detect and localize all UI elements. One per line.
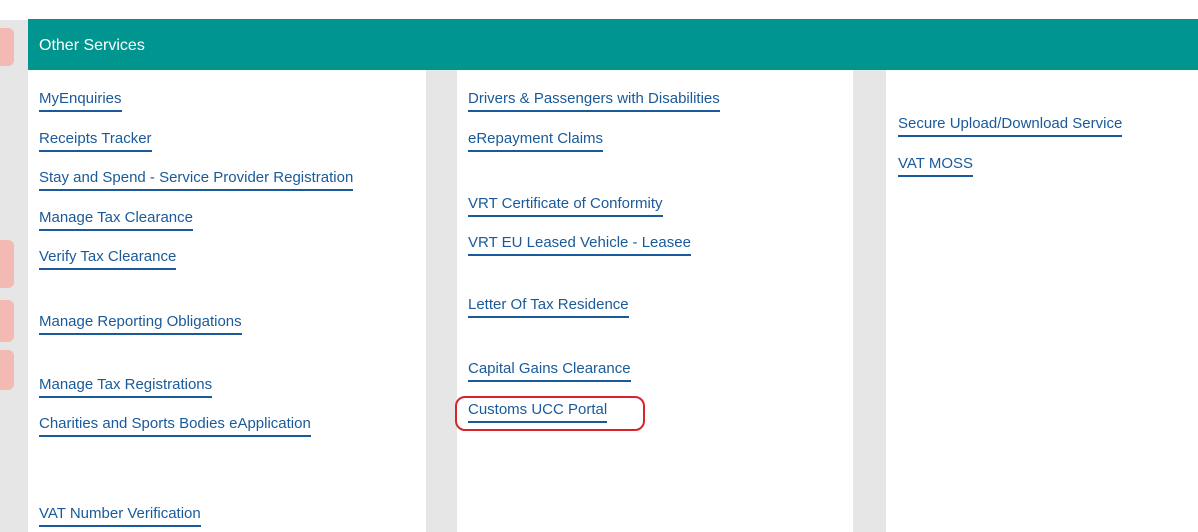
link-receipts-tracker[interactable]: Receipts Tracker xyxy=(39,130,152,152)
link-drivers-passengers-disabilities[interactable]: Drivers & Passengers with Disabilities xyxy=(468,90,720,112)
link-letter-of-tax-residence[interactable]: Letter Of Tax Residence xyxy=(468,296,629,318)
link-stay-and-spend[interactable]: Stay and Spend - Service Provider Regist… xyxy=(39,169,354,191)
link-vat-moss[interactable]: VAT MOSS xyxy=(898,155,974,177)
link-vrt-eu-leased-vehicle[interactable]: VRT EU Leased Vehicle - Leasee xyxy=(468,234,691,256)
side-decoration xyxy=(0,300,14,342)
services-column-2: Drivers & Passengers with Disabilities e… xyxy=(457,70,853,532)
link-capital-gains-clearance[interactable]: Capital Gains Clearance xyxy=(468,360,631,382)
link-manage-tax-clearance[interactable]: Manage Tax Clearance xyxy=(39,209,193,231)
side-decoration xyxy=(0,350,14,390)
side-decoration xyxy=(0,240,14,288)
services-column-3: Secure Upload/Download Service VAT MOSS xyxy=(886,70,1198,532)
link-erepayment-claims[interactable]: eRepayment Claims xyxy=(468,130,604,152)
link-secure-upload-download[interactable]: Secure Upload/Download Service xyxy=(898,115,1123,137)
services-column-1: MyEnquiries Receipts Tracker Stay and Sp… xyxy=(28,70,426,532)
panel-header: Other Services xyxy=(28,19,1198,70)
link-customs-ucc-portal[interactable]: Customs UCC Portal xyxy=(468,401,608,423)
other-services-panel: Other Services MyEnquiries Receipts Trac… xyxy=(28,19,1198,532)
page-canvas: Other Services MyEnquiries Receipts Trac… xyxy=(0,0,1198,532)
link-manage-reporting-obligations[interactable]: Manage Reporting Obligations xyxy=(39,313,242,335)
link-verify-tax-clearance[interactable]: Verify Tax Clearance xyxy=(39,248,177,270)
link-vrt-certificate-conformity[interactable]: VRT Certificate of Conformity xyxy=(468,195,663,217)
link-myenquiries[interactable]: MyEnquiries xyxy=(39,90,122,112)
link-manage-tax-registrations[interactable]: Manage Tax Registrations xyxy=(39,376,213,398)
side-decoration xyxy=(0,28,14,66)
link-charities-sports-bodies[interactable]: Charities and Sports Bodies eApplication xyxy=(39,415,311,437)
top-strip xyxy=(0,0,1198,20)
link-vat-number-verification[interactable]: VAT Number Verification xyxy=(39,505,201,527)
